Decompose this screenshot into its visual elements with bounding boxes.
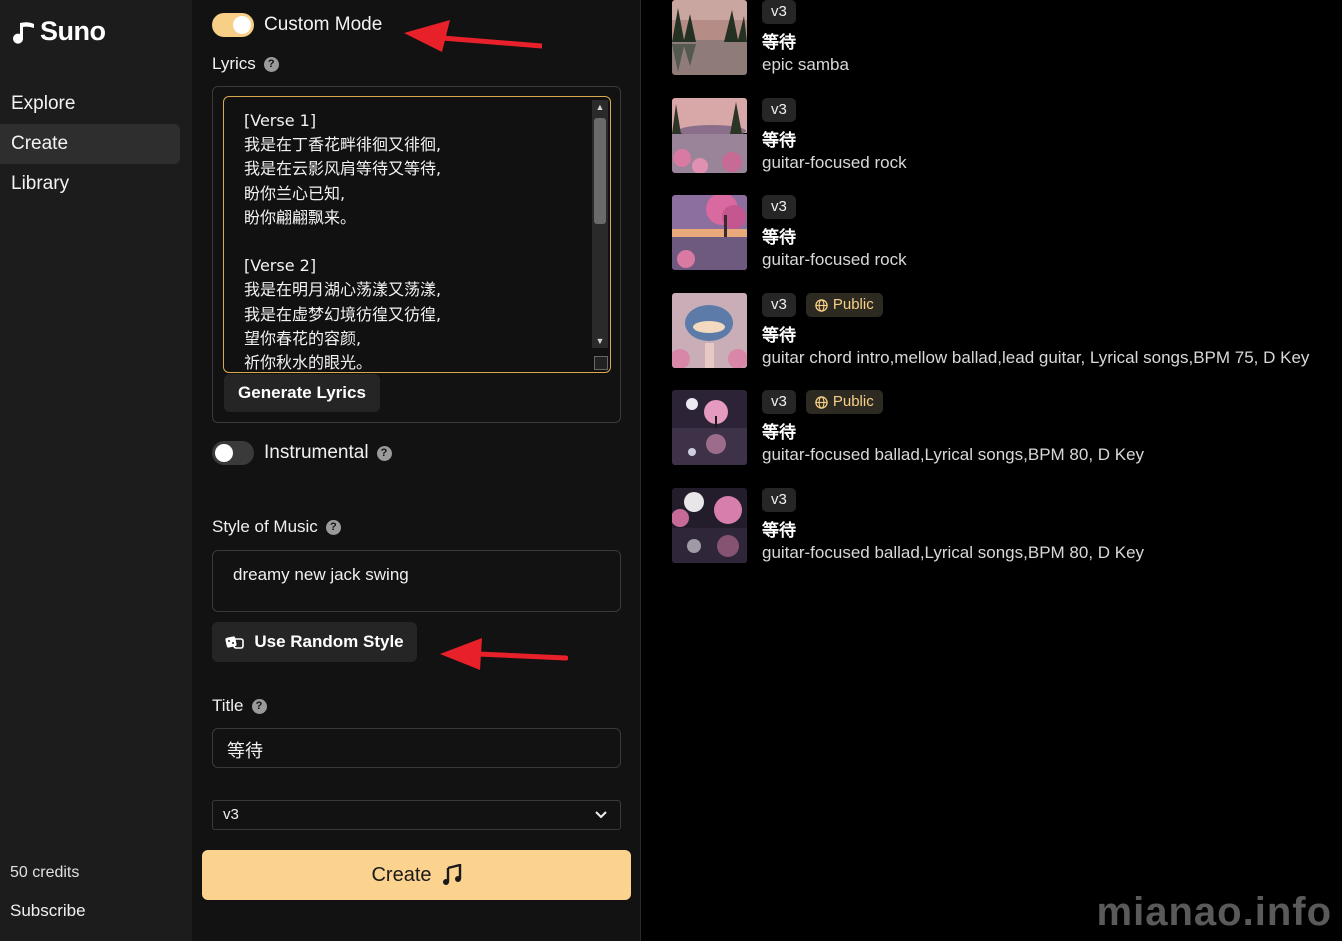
lyrics-label: Lyrics ? [212, 54, 279, 74]
song-style: guitar-focused rock [762, 250, 907, 269]
music-note-logo-icon [13, 21, 34, 44]
version-badge: v3 [762, 390, 796, 414]
version-badge: v3 [762, 195, 796, 219]
song-badges: v3 Public [762, 390, 883, 414]
dice-icon [225, 636, 245, 649]
song-title[interactable]: 等待 [762, 418, 796, 443]
scroll-up-icon[interactable]: ▲ [592, 102, 608, 112]
create-button[interactable]: Create [202, 850, 631, 900]
resize-handle-icon[interactable] [594, 356, 608, 370]
chevron-down-icon [595, 811, 607, 819]
version-badge: v3 [762, 293, 796, 317]
sidebar: Suno Explore Create Library 50 credits S… [0, 0, 192, 941]
song-item[interactable]: v3 Public 等待 guitar-focused ballad,Lyric… [672, 390, 1332, 466]
song-thumbnail[interactable] [672, 390, 747, 465]
annotation-arrow-icon [404, 20, 542, 52]
toggle-knob [215, 444, 233, 462]
instrumental-toggle[interactable] [212, 441, 254, 465]
music-note-icon [442, 864, 461, 885]
lyrics-textarea[interactable]: [Verse 1] 我是在丁香花畔徘徊又徘徊, 我是在云影风肩等待又等待, 盼你… [223, 96, 611, 373]
lake-blossom-thumbnail [672, 98, 747, 173]
title-input[interactable]: 等待 [212, 728, 621, 768]
create-form: Custom Mode Lyrics ? [Verse 1] 我是在丁香花畔徘徊… [192, 0, 641, 941]
use-random-style-button[interactable]: Use Random Style [212, 622, 417, 662]
public-badge: Public [805, 293, 883, 317]
cloud-portal-thumbnail [672, 293, 747, 368]
song-style: guitar-focused ballad,Lyrical songs,BPM … [762, 543, 1145, 562]
public-badge-label: Public [832, 296, 874, 313]
model-select[interactable]: v3 [212, 800, 621, 830]
song-badges: v3 [762, 488, 796, 512]
lyrics-scrollbar[interactable]: ▲ ▼ [592, 100, 608, 348]
title-label-text: Title [212, 696, 244, 715]
sidebar-item-create[interactable]: Create [0, 124, 180, 164]
help-icon[interactable]: ? [325, 519, 341, 535]
style-label: Style of Music ? [212, 517, 341, 537]
moon-tree-thumbnail [672, 390, 747, 465]
lake-forest-thumbnail [672, 0, 747, 75]
scroll-down-icon[interactable]: ▼ [592, 336, 608, 346]
lyrics-label-text: Lyrics [212, 54, 256, 73]
globe-icon [815, 395, 828, 409]
song-title[interactable]: 等待 [762, 223, 796, 248]
song-item[interactable]: v3 Public 等待 guitar chord intro,mellow b… [672, 293, 1332, 369]
custom-mode-toggle[interactable] [212, 13, 254, 37]
tree-sunset-thumbnail [672, 195, 747, 270]
globe-icon [815, 298, 828, 312]
model-select-value: v3 [223, 806, 239, 823]
song-thumbnail[interactable] [672, 293, 747, 368]
app-name: Suno [40, 16, 106, 46]
instrumental-label-text: Instrumental [264, 442, 369, 463]
public-badge-label: Public [832, 393, 874, 410]
logo[interactable]: Suno [10, 16, 106, 47]
style-label-text: Style of Music [212, 517, 318, 536]
song-item[interactable]: v3 等待 guitar-focused rock [672, 195, 1332, 271]
song-title[interactable]: 等待 [762, 321, 796, 346]
lyrics-text: [Verse 1] 我是在丁香花畔徘徊又徘徊, 我是在云影风肩等待又等待, 盼你… [244, 111, 442, 373]
song-thumbnail[interactable] [672, 488, 747, 563]
credits-count: 50 credits [10, 864, 80, 881]
create-button-label: Create [371, 863, 432, 886]
song-thumbnail[interactable] [672, 98, 747, 173]
song-item[interactable]: v3 等待 guitar-focused ballad,Lyrical song… [672, 488, 1332, 564]
song-badges: v3 [762, 195, 796, 219]
song-thumbnail[interactable] [672, 0, 747, 75]
song-style: guitar-focused ballad,Lyrical songs,BPM … [762, 445, 1145, 464]
song-style: guitar chord intro,mellow ballad,lead gu… [762, 348, 1310, 367]
public-badge: Public [805, 390, 883, 414]
help-icon[interactable]: ? [376, 445, 392, 461]
style-of-music-input[interactable]: dreamy new jack swing [212, 550, 621, 612]
song-badges: v3 [762, 0, 796, 24]
watermark: mianao.info [1096, 890, 1332, 934]
song-badges: v3 [762, 98, 796, 122]
song-title[interactable]: 等待 [762, 126, 796, 151]
song-style: epic samba [762, 55, 849, 74]
generate-lyrics-button[interactable]: Generate Lyrics [224, 374, 380, 412]
sidebar-item-explore[interactable]: Explore [0, 84, 180, 124]
song-style: guitar-focused rock [762, 153, 907, 172]
song-thumbnail[interactable] [672, 195, 747, 270]
annotation-arrow-icon [440, 638, 568, 670]
song-item[interactable]: v3 等待 epic samba [672, 0, 1332, 76]
version-badge: v3 [762, 0, 796, 24]
song-item[interactable]: v3 等待 guitar-focused rock [672, 98, 1332, 174]
instrumental-label: Instrumental ? [264, 442, 392, 464]
help-icon[interactable]: ? [263, 56, 279, 72]
song-title[interactable]: 等待 [762, 28, 796, 53]
version-badge: v3 [762, 488, 796, 512]
sidebar-nav: Explore Create Library [0, 84, 180, 204]
lyrics-section: [Verse 1] 我是在丁香花畔徘徊又徘徊, 我是在云影风肩等待又等待, 盼你… [212, 86, 621, 423]
version-badge: v3 [762, 98, 796, 122]
scrollbar-thumb[interactable] [594, 118, 606, 224]
help-icon[interactable]: ? [251, 698, 267, 714]
toggle-knob [233, 16, 251, 34]
subscribe-link[interactable]: Subscribe [10, 901, 86, 921]
custom-mode-label: Custom Mode [264, 14, 383, 35]
use-random-style-label: Use Random Style [254, 632, 404, 651]
song-title[interactable]: 等待 [762, 516, 796, 541]
moon-blossom-thumbnail [672, 488, 747, 563]
song-badges: v3 Public [762, 293, 883, 317]
title-label: Title ? [212, 696, 267, 716]
sidebar-item-library[interactable]: Library [0, 164, 180, 204]
